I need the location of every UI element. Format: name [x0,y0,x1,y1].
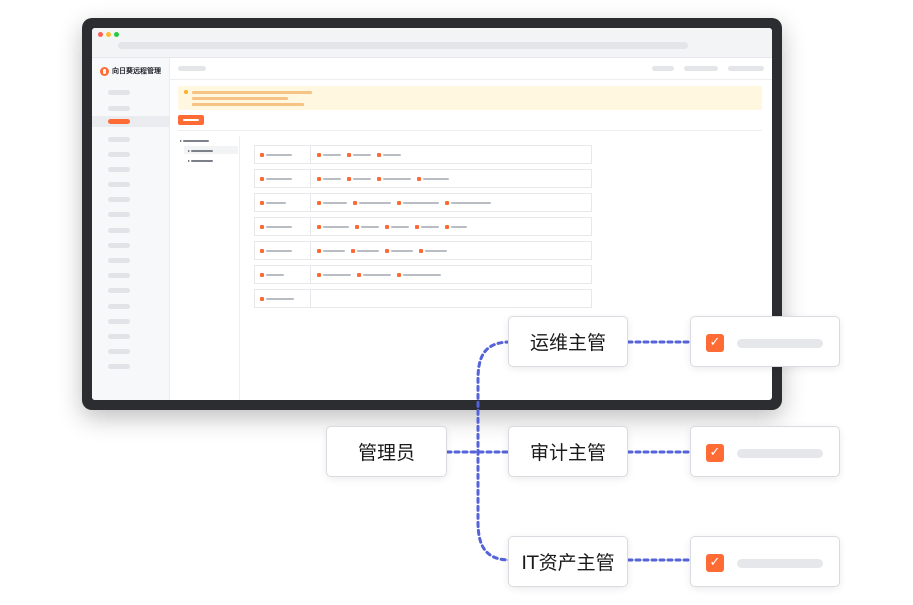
checkbox-checked-icon[interactable]: ✓ [706,444,724,462]
role-card-it-assets[interactable]: IT资产主管 [508,536,628,587]
role-label: IT资产主管 [521,552,615,574]
role-card-ops[interactable]: 运维主管 [508,316,628,367]
admin-card[interactable]: 管理员 [326,426,447,477]
role-label: 运维主管 [529,332,606,354]
checkbox-checked-icon[interactable]: ✓ [706,334,724,352]
role-connector-lines [445,340,692,562]
checkbox-checked-icon[interactable]: ✓ [706,554,724,572]
permission-placeholder [737,339,823,348]
permission-card: ✓ [690,426,840,477]
admin-label: 管理员 [357,442,415,464]
permission-placeholder [737,449,823,458]
permission-card: ✓ [690,316,840,367]
permission-placeholder [737,559,823,568]
role-label: 审计主管 [529,442,606,464]
permission-card: ✓ [690,536,840,587]
role-card-audit[interactable]: 审计主管 [508,426,628,477]
marketing-illustration: 向日葵远程管理 ▸ ▸ ▸ 管理员 运维主管 审计主管 IT资产主管 ✓ ✓ ✓ [0,0,913,605]
